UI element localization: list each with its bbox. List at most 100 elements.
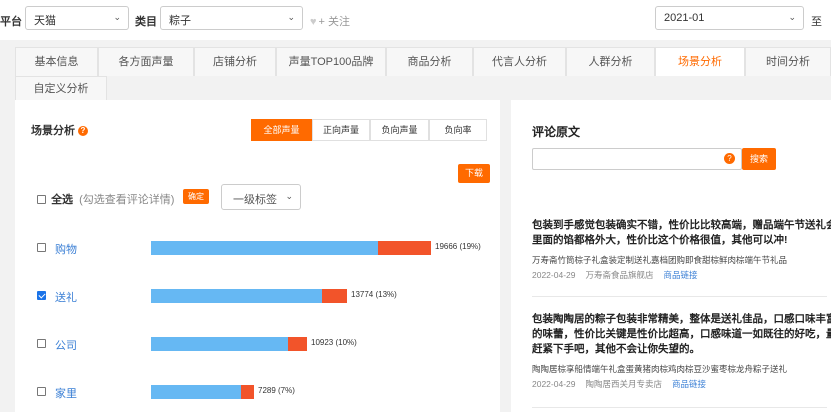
platform-select[interactable]: 天猫 ⌄ xyxy=(25,6,129,30)
chevron-down-icon: ⌄ xyxy=(788,12,796,22)
segment-label: 全部声量 xyxy=(263,125,300,135)
tab-label: 声量TOP100品牌 xyxy=(288,56,374,68)
scene-row: 公司 10923 (10%) xyxy=(15,335,500,355)
tab-label: 人群分析 xyxy=(588,56,633,68)
segment-negative-volume[interactable]: 负向声量 xyxy=(370,119,429,141)
select-all-checkbox[interactable] xyxy=(37,195,46,204)
tab-label: 基本信息 xyxy=(34,56,79,68)
select-all-row: 全选 (勾选查看评论详情) xyxy=(37,191,174,207)
category-select[interactable]: 粽子 ⌄ xyxy=(160,6,303,30)
tab-label: 店铺分析 xyxy=(213,56,257,68)
chevron-down-icon: ⌄ xyxy=(285,191,293,201)
scene-bar: 13774 (13%) xyxy=(151,289,397,303)
scene-analysis-title-text: 场景分析 xyxy=(31,125,75,137)
review-text-line: 赶紧下手吧，其他不会让你失望的。 xyxy=(532,343,700,355)
negative-bar-segment xyxy=(288,337,307,351)
segment-label: 正向声量 xyxy=(322,125,359,135)
review-shop: 陶陶居西关月专卖店 xyxy=(585,379,662,389)
tab-audience[interactable]: 人群分析 xyxy=(566,47,655,76)
tab-label: 时间分析 xyxy=(766,56,810,68)
scene-row-label[interactable]: 购物 xyxy=(55,241,77,257)
segment-label: 负向声量 xyxy=(381,125,418,135)
tab-product-analysis[interactable]: 商品分析 xyxy=(386,47,473,76)
segment-positive-volume[interactable]: 正向声量 xyxy=(312,119,370,141)
scene-row-checkbox[interactable] xyxy=(37,291,46,300)
divider xyxy=(532,296,827,297)
follow-label: + 关注 xyxy=(318,16,351,28)
review-text-line: 里面的馅都格外大，性价比这个价格很值，其他可以冲! xyxy=(532,234,788,246)
confirm-button[interactable]: 确定 xyxy=(183,189,209,204)
scene-bar: 7289 (7%) xyxy=(151,385,295,399)
date-select[interactable]: 2021-01 ⌄ xyxy=(655,6,804,30)
scene-bar-value: 19666 (19%) xyxy=(435,242,481,251)
positive-bar-segment xyxy=(151,385,241,399)
scene-bar-value: 13774 (13%) xyxy=(351,290,397,299)
positive-bar-segment xyxy=(151,241,378,255)
segment-negative-rate[interactable]: 负向率 xyxy=(429,119,487,141)
scene-row: 送礼 13774 (13%) xyxy=(15,287,500,307)
review-shop: 万寿斋食品旗舰店 xyxy=(585,270,654,280)
tab-label: 代言人分析 xyxy=(492,56,547,68)
scene-row: 购物 19666 (19%) xyxy=(15,239,500,259)
tab-shop-analysis[interactable]: 店铺分析 xyxy=(194,47,276,76)
tab-time-analysis[interactable]: 时间分析 xyxy=(745,47,831,76)
review-text-line: 的味蕾，性价比关键是性价比超高，口感味道一如既往的好吃，量 xyxy=(532,328,831,340)
scene-row-label[interactable]: 公司 xyxy=(55,337,77,353)
tab-spokesperson[interactable]: 代言人分析 xyxy=(473,47,566,76)
review-date: 2022-04-29 xyxy=(532,270,576,280)
negative-bar-segment xyxy=(322,289,347,303)
review-text-line: 包装陶陶居的粽子包装非常精美，整体是送礼佳品，口感口味丰富 xyxy=(532,313,831,325)
tab-label: 自定义分析 xyxy=(33,83,89,95)
date-select-value: 2021-01 xyxy=(664,12,705,24)
tab-basic-info[interactable]: 基本信息 xyxy=(15,47,98,76)
download-button[interactable]: 下载 xyxy=(458,164,490,183)
scene-row-label[interactable]: 送礼 xyxy=(55,289,77,305)
review-meta: 2022-04-29 陶陶居西关月专卖店 商品链接 xyxy=(532,378,827,390)
positive-bar-segment xyxy=(151,289,322,303)
review-text-line: 包装到手感觉包装确实不错，性价比比较高端，赠品端午节送礼会 xyxy=(532,219,831,231)
tab-aspect-volume[interactable]: 各方面声量 xyxy=(98,47,194,76)
tab-bar: 基本信息 各方面声量 店铺分析 声量TOP100品牌 商品分析 代言人分析 人群… xyxy=(0,40,831,100)
positive-bar-segment xyxy=(151,337,288,351)
product-link[interactable]: 商品链接 xyxy=(672,379,706,389)
tab-label: 各方面声量 xyxy=(118,56,174,68)
review-meta: 2022-04-29 万寿斋食品旗舰店 商品链接 xyxy=(532,269,827,281)
follow-button[interactable]: ♥ + 关注 xyxy=(310,13,350,29)
help-icon[interactable]: ? xyxy=(78,126,88,136)
confirm-label: 确定 xyxy=(188,192,204,201)
scene-row: 家里 7289 (7%) xyxy=(15,383,500,403)
chevron-down-icon: ⌄ xyxy=(113,12,121,22)
search-button-label: 搜索 xyxy=(749,154,768,164)
level-select[interactable]: 一级标签 ⌄ xyxy=(221,184,301,210)
scene-analysis-title: 场景分析? xyxy=(31,122,88,138)
download-label: 下载 xyxy=(464,168,483,178)
select-all-label: 全选 xyxy=(51,194,74,206)
scene-row-checkbox[interactable] xyxy=(37,339,46,348)
scene-row-checkbox[interactable] xyxy=(37,243,46,252)
help-icon[interactable]: ? xyxy=(724,153,735,164)
review-date: 2022-04-29 xyxy=(532,379,576,389)
review-item: 包装到手感觉包装确实不错，性价比比较高端，赠品端午节送礼会 里面的馅都格外大，性… xyxy=(532,218,831,281)
review-product: 万寿斋竹筒棕子礼盒装定制送礼嘉档团购即食甜棕鲜肉棕端午节礼品 xyxy=(532,255,788,265)
scene-bar-value: 10923 (10%) xyxy=(311,338,357,347)
tab-top100-brands[interactable]: 声量TOP100品牌 xyxy=(276,47,386,76)
scene-row-checkbox[interactable] xyxy=(37,387,46,396)
segment-all-volume[interactable]: 全部声量 xyxy=(251,119,312,141)
heart-icon: ♥ xyxy=(310,16,317,28)
scene-row-label[interactable]: 家里 xyxy=(55,385,77,401)
reviews-panel: 评论原文 ? 搜索 包装到手感觉包装确实不错，性价比比较高端，赠品端午节送礼会 … xyxy=(511,100,831,412)
review-search-input[interactable]: ? xyxy=(532,148,742,170)
filter-bar: 平台 天猫 ⌄ 类目 粽子 ⌄ ♥ + 关注 2021-01 ⌄ 至 xyxy=(0,0,831,40)
negative-bar-segment xyxy=(378,241,431,255)
level-select-value: 一级标签 xyxy=(233,194,277,206)
tab-custom-analysis[interactable]: 自定义分析 xyxy=(15,76,107,100)
segment-label: 负向率 xyxy=(444,125,472,135)
platform-label: 平台 xyxy=(0,16,22,28)
tab-label: 场景分析 xyxy=(678,56,722,68)
tab-scene-analysis[interactable]: 场景分析 xyxy=(655,47,745,76)
select-hint: (勾选查看评论详情) xyxy=(79,194,175,206)
product-link[interactable]: 商品链接 xyxy=(664,270,698,280)
tab-label: 商品分析 xyxy=(407,56,452,68)
search-button[interactable]: 搜索 xyxy=(742,148,776,170)
review-product: 陶陶居棕享船情端午礼盒蛋黄猪肉棕鸡肉棕豆沙蜜枣棕龙舟粽子送礼 xyxy=(532,364,788,374)
